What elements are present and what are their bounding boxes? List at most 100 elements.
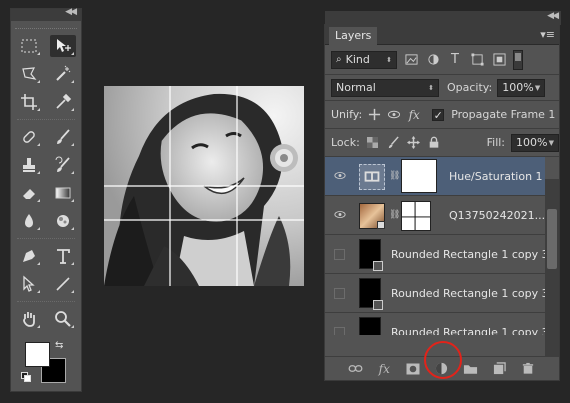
pen-tool[interactable] [16,245,42,267]
shape-thumbnail [359,278,383,310]
filter-toggle-icon[interactable] [513,49,523,70]
rect-marquee-tool[interactable] [16,35,42,57]
foreground-color-swatch[interactable] [25,342,50,367]
new-layer-icon[interactable] [492,361,508,377]
swap-colors-icon[interactable]: ⇆ [55,340,63,351]
crop-tool[interactable] [16,91,42,113]
propagate-label: Propagate Frame 1 [451,108,556,121]
blend-mode-dropdown[interactable]: Normal ⬍ [331,78,439,97]
layer-name: Rounded Rectangle 1 copy 3 [391,287,545,300]
history-brush-tool[interactable] [50,154,76,176]
layer-row[interactable]: Rounded Rectangle 1 copy 3 [325,235,545,274]
shape-icon [373,261,383,271]
unify-position-icon[interactable] [366,107,382,123]
link-icon[interactable]: ⛓ [389,171,400,181]
scrollbar-thumb[interactable] [547,209,557,269]
collapse-panel-icon[interactable]: ◀◀ [547,11,559,21]
zoom-tool[interactable] [50,308,76,330]
layer-name: Hue/Saturation 1 [449,170,543,183]
fill-value: 100% [516,136,548,149]
layers-tab-row: Layers ▾≡ [325,25,559,45]
document-canvas[interactable] [104,86,304,286]
magic-wand-tool[interactable] [50,63,76,85]
layers-panel: ◀◀ Layers ▾≡ ⌕ Kind ⬍ T Normal ⬍ Opacity… [324,11,561,381]
lock-position-icon[interactable] [406,135,420,151]
eye-icon[interactable] [334,209,346,221]
opacity-field[interactable]: 100% ▼ [497,78,546,97]
unify-label: Unify: [331,108,363,121]
unify-visibility-icon[interactable] [386,107,402,123]
new-group-icon[interactable] [463,361,479,377]
eraser-tool[interactable] [16,182,42,204]
visibility-toggle[interactable] [334,327,345,335]
search-icon: ⌕ [336,54,342,65]
layer-row[interactable]: Rounded Rectangle 1 copy 3 [325,274,545,313]
visibility-toggle[interactable] [334,288,345,299]
filter-pixel-icon[interactable] [403,52,419,68]
collapse-tools-icon[interactable]: ◀◀ [65,7,77,17]
path-selection-tool[interactable] [16,273,42,295]
visibility-toggle[interactable] [334,249,345,260]
lock-transparent-icon[interactable] [366,135,380,151]
line-tool[interactable] [50,273,76,295]
blur-tool[interactable] [16,210,42,232]
brush-tool[interactable] [50,126,76,148]
lock-row: Lock: Fill: 100% ▼ [325,129,560,157]
lasso-tool[interactable] [16,63,42,85]
smart-object-icon [377,221,385,229]
filter-type-icon[interactable]: T [447,52,463,68]
link-icon[interactable]: ⛓ [389,210,400,220]
shape-icon [373,300,383,310]
opacity-value: 100% [502,81,534,94]
tools-panel-grip[interactable] [15,21,77,29]
tools-panel-header: ◀◀ [11,7,81,21]
gradient-tool[interactable] [50,182,76,204]
tools-divider [17,119,75,120]
healing-brush-tool[interactable] [16,126,42,148]
chevron-down-icon[interactable]: ▼ [535,84,540,92]
layer-name: Rounded Rectangle 1 copy 3 [391,326,545,335]
filter-smart-object-icon[interactable] [491,52,507,68]
default-colors-icon[interactable] [21,372,31,382]
link-layers-icon[interactable] [347,361,363,377]
dodge-tool[interactable] [50,210,76,232]
panel-menu-icon[interactable]: ▾≡ [540,28,555,41]
layers-scrollbar[interactable] [545,179,559,357]
photo-thumbnail [359,203,385,229]
unify-style-icon[interactable]: fx [406,107,422,123]
tab-layers[interactable]: Layers [329,27,378,45]
layer-name: Rounded Rectangle 1 copy 3 [391,248,545,261]
hand-tool[interactable] [16,308,42,330]
filter-row: ⌕ Kind ⬍ T [325,45,559,75]
layer-row[interactable]: ⛓ Hue/Saturation 1 [325,157,545,196]
highlight-circle [424,341,462,379]
lock-image-icon[interactable] [386,135,400,151]
tools-panel: ◀◀ ⇆ [10,7,82,392]
layer-mask-thumbnail [401,159,437,193]
type-tool[interactable] [50,245,76,267]
eyedropper-tool[interactable] [50,91,76,113]
eye-icon[interactable] [334,170,346,182]
lock-all-icon[interactable] [426,135,440,151]
lock-label: Lock: [331,136,360,149]
trash-icon[interactable] [520,361,536,377]
filter-kind-value: Kind [345,53,370,66]
shape-thumbnail [359,317,381,335]
propagate-checkbox[interactable]: ✓ [432,108,445,121]
layer-name: Q13750242021... [449,209,545,222]
move-tool[interactable] [50,35,76,57]
filter-shape-icon[interactable] [469,52,485,68]
adjustment-layer-icon [359,164,385,190]
blend-row: Normal ⬍ Opacity: 100% ▼ [325,75,559,101]
layer-row[interactable]: ⛓ Q13750242021... [325,196,545,235]
fx-icon[interactable]: fx [376,361,392,377]
filter-kind-dropdown[interactable]: ⌕ Kind ⬍ [331,50,397,69]
filter-adjustment-icon[interactable] [425,52,441,68]
opacity-label: Opacity: [447,81,493,94]
add-mask-icon[interactable] [405,361,421,377]
fill-field[interactable]: 100% ▼ [511,133,560,152]
tools-divider [17,238,75,239]
layer-row[interactable]: Rounded Rectangle 1 copy 3 [325,313,545,335]
clone-stamp-tool[interactable] [16,154,42,176]
chevron-down-icon[interactable]: ▼ [549,139,554,147]
